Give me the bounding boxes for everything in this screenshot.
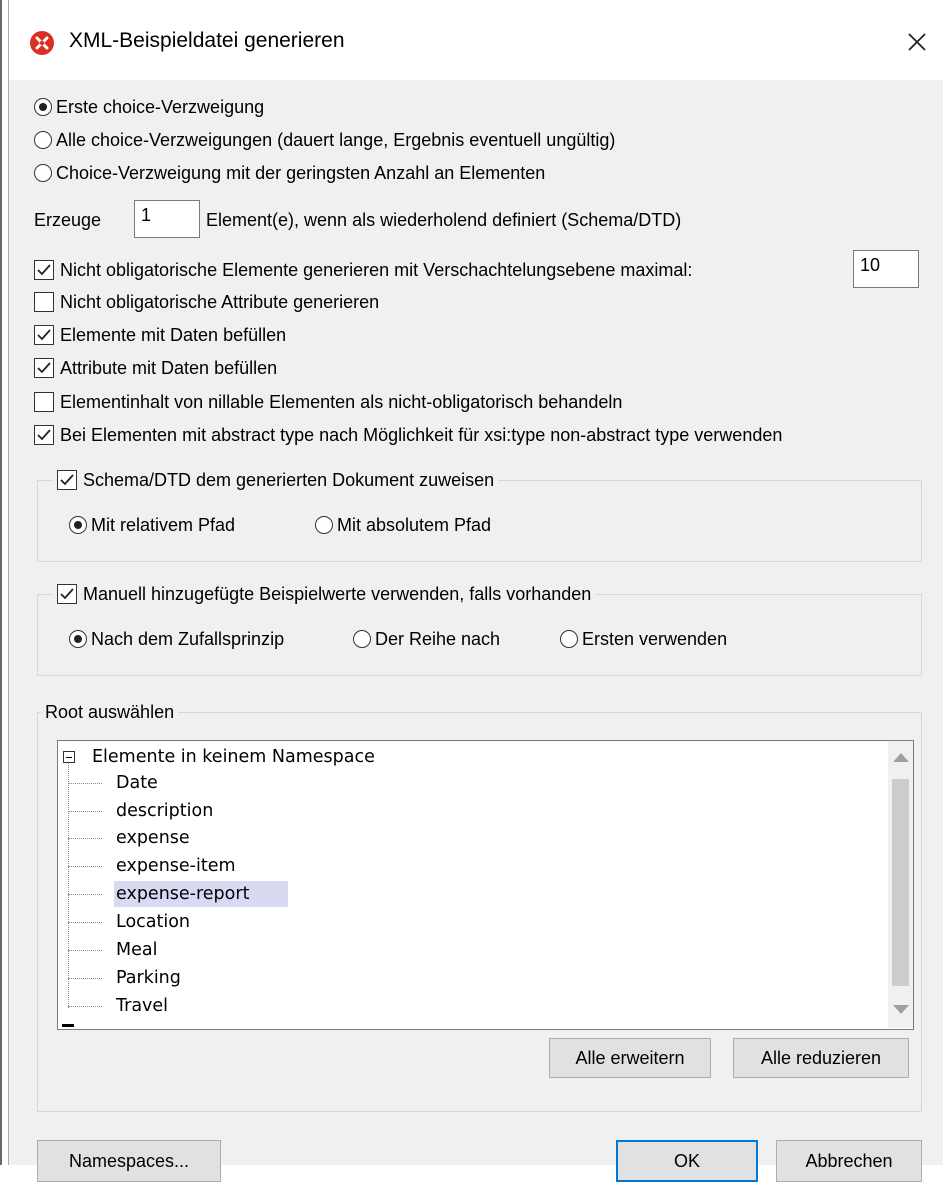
tree-branch-line [68,922,102,923]
xml-app-icon [30,31,54,55]
repeat-count-input[interactable]: 1 [134,200,200,238]
radio-min-elements-choice[interactable]: Choice-Verzweigung mit der geringsten An… [34,161,545,185]
checkbox-abstract-type[interactable]: Bei Elementen mit abstract type nach Mög… [34,423,782,447]
max-depth-input[interactable]: 10 [853,250,919,288]
radio-absolute-path[interactable]: Mit absolutem Pfad [315,513,491,537]
checkbox-use-sample-values[interactable]: Manuell hinzugefügte Beispielwerte verwe… [53,582,596,606]
radio-label: Choice-Verzweigung mit der geringsten An… [56,163,546,183]
tree-scrollbar[interactable] [888,741,913,1028]
expand-all-button[interactable]: Alle erweitern [549,1038,711,1078]
tree-item[interactable]: expense-item [114,853,238,879]
tree-branch-line [68,783,102,784]
checkbox-indicator[interactable] [34,358,54,378]
root-group-label: Root auswählen [41,700,179,724]
close-icon[interactable] [899,24,935,60]
checkbox-indicator[interactable] [34,425,54,445]
checkbox-label: Manuell hinzugefügte Beispielwerte verwe… [83,584,592,604]
checkbox-label: Bei Elementen mit abstract type nach Mög… [60,425,783,445]
cancel-button[interactable]: Abbrechen [776,1140,922,1182]
tree-item[interactable]: expense [114,825,192,851]
checkbox-nillable[interactable]: Elementinhalt von nillable Elementen als… [34,390,622,414]
tree-branch-line [68,811,102,812]
checkbox-indicator[interactable] [34,292,54,312]
tree-branch-line [68,978,102,979]
tree-item[interactable]: Meal [114,937,159,963]
tree-item[interactable]: Parking [114,965,183,991]
tree-item[interactable]: Travel [114,993,170,1019]
checkbox-indicator[interactable] [57,470,77,490]
scroll-thumb[interactable] [892,779,909,986]
radio-indicator[interactable] [69,516,87,534]
checkbox-optional-elements[interactable]: Nicht obligatorische Elemente generieren… [34,258,692,282]
checkbox-fill-attributes[interactable]: Attribute mit Daten befüllen [34,356,277,380]
radio-first-choice[interactable]: Erste choice-Verzweigung [34,95,264,119]
radio-all-choices[interactable]: Alle choice-Verzweigungen (dauert lange,… [34,128,615,152]
tree-item[interactable]: Date [114,770,160,796]
radio-sequential[interactable]: Der Reihe nach [353,627,500,651]
radio-indicator[interactable] [353,630,371,648]
radio-indicator[interactable] [34,98,52,116]
tree-branch-line [68,1006,102,1007]
window-title: XML-Beispieldatei generieren [69,29,345,52]
partial-expander-icon [62,1024,74,1027]
repeat-suffix-label: Element(e), wenn als wiederholend defini… [206,210,682,230]
dialog: XML-Beispieldatei generieren Erste choic… [8,0,943,1182]
checkbox-indicator[interactable] [57,584,77,604]
tree-item[interactable]: Location [114,909,192,935]
tree-item-selected[interactable]: expense-report [114,881,288,907]
radio-label: Mit absolutem Pfad [337,515,492,535]
repeat-prefix-label: Erzeuge [34,210,102,230]
root-element-tree[interactable]: Elemente in keinem Namespace Date descri… [57,740,914,1030]
checkbox-label: Schema/DTD dem generierten Dokument zuwe… [83,470,495,490]
checkbox-indicator[interactable] [34,325,54,345]
radio-label: Erste choice-Verzweigung [56,97,265,117]
tree-namespace-node[interactable]: Elemente in keinem Namespace [90,744,377,770]
checkbox-indicator[interactable] [34,392,54,412]
radio-indicator[interactable] [560,630,578,648]
collapse-all-button[interactable]: Alle reduzieren [733,1038,909,1078]
radio-label: Nach dem Zufallsprinzip [91,629,285,649]
checkbox-indicator[interactable] [34,260,54,280]
radio-random[interactable]: Nach dem Zufallsprinzip [69,627,284,651]
radio-indicator[interactable] [69,630,87,648]
checkbox-label: Attribute mit Daten befüllen [60,358,278,378]
tree-branch-line [68,894,102,895]
checkbox-label: Nicht obligatorische Attribute generiere… [60,292,380,312]
background-window-edge [0,0,2,1165]
radio-indicator[interactable] [315,516,333,534]
tree-branch-line [68,866,102,867]
scroll-down-icon[interactable] [893,1005,909,1014]
namespaces-button[interactable]: Namespaces... [37,1140,221,1182]
radio-use-first[interactable]: Ersten verwenden [560,627,727,651]
checkbox-assign-schema[interactable]: Schema/DTD dem generierten Dokument zuwe… [53,468,499,492]
radio-relative-path[interactable]: Mit relativem Pfad [69,513,235,537]
checkbox-label: Nicht obligatorische Elemente generieren… [60,260,693,280]
radio-label: Mit relativem Pfad [91,515,236,535]
title-bar: XML-Beispieldatei generieren [9,0,943,80]
tree-item[interactable]: description [114,798,215,824]
tree-branch-line [68,838,102,839]
radio-label: Alle choice-Verzweigungen (dauert lange,… [56,130,616,150]
radio-label: Der Reihe nach [375,629,501,649]
tree-branch-line [68,950,102,951]
radio-indicator[interactable] [34,164,52,182]
checkbox-fill-elements[interactable]: Elemente mit Daten befüllen [34,323,286,347]
radio-label: Ersten verwenden [582,629,728,649]
checkbox-label: Elemente mit Daten befüllen [60,325,287,345]
scroll-up-icon[interactable] [893,753,909,762]
checkbox-label: Elementinhalt von nillable Elementen als… [60,392,623,412]
ok-button[interactable]: OK [616,1140,758,1182]
tree-guide-line [68,763,69,1008]
radio-indicator[interactable] [34,131,52,149]
checkbox-optional-attributes[interactable]: Nicht obligatorische Attribute generiere… [34,290,379,314]
collapse-icon[interactable] [63,751,75,763]
